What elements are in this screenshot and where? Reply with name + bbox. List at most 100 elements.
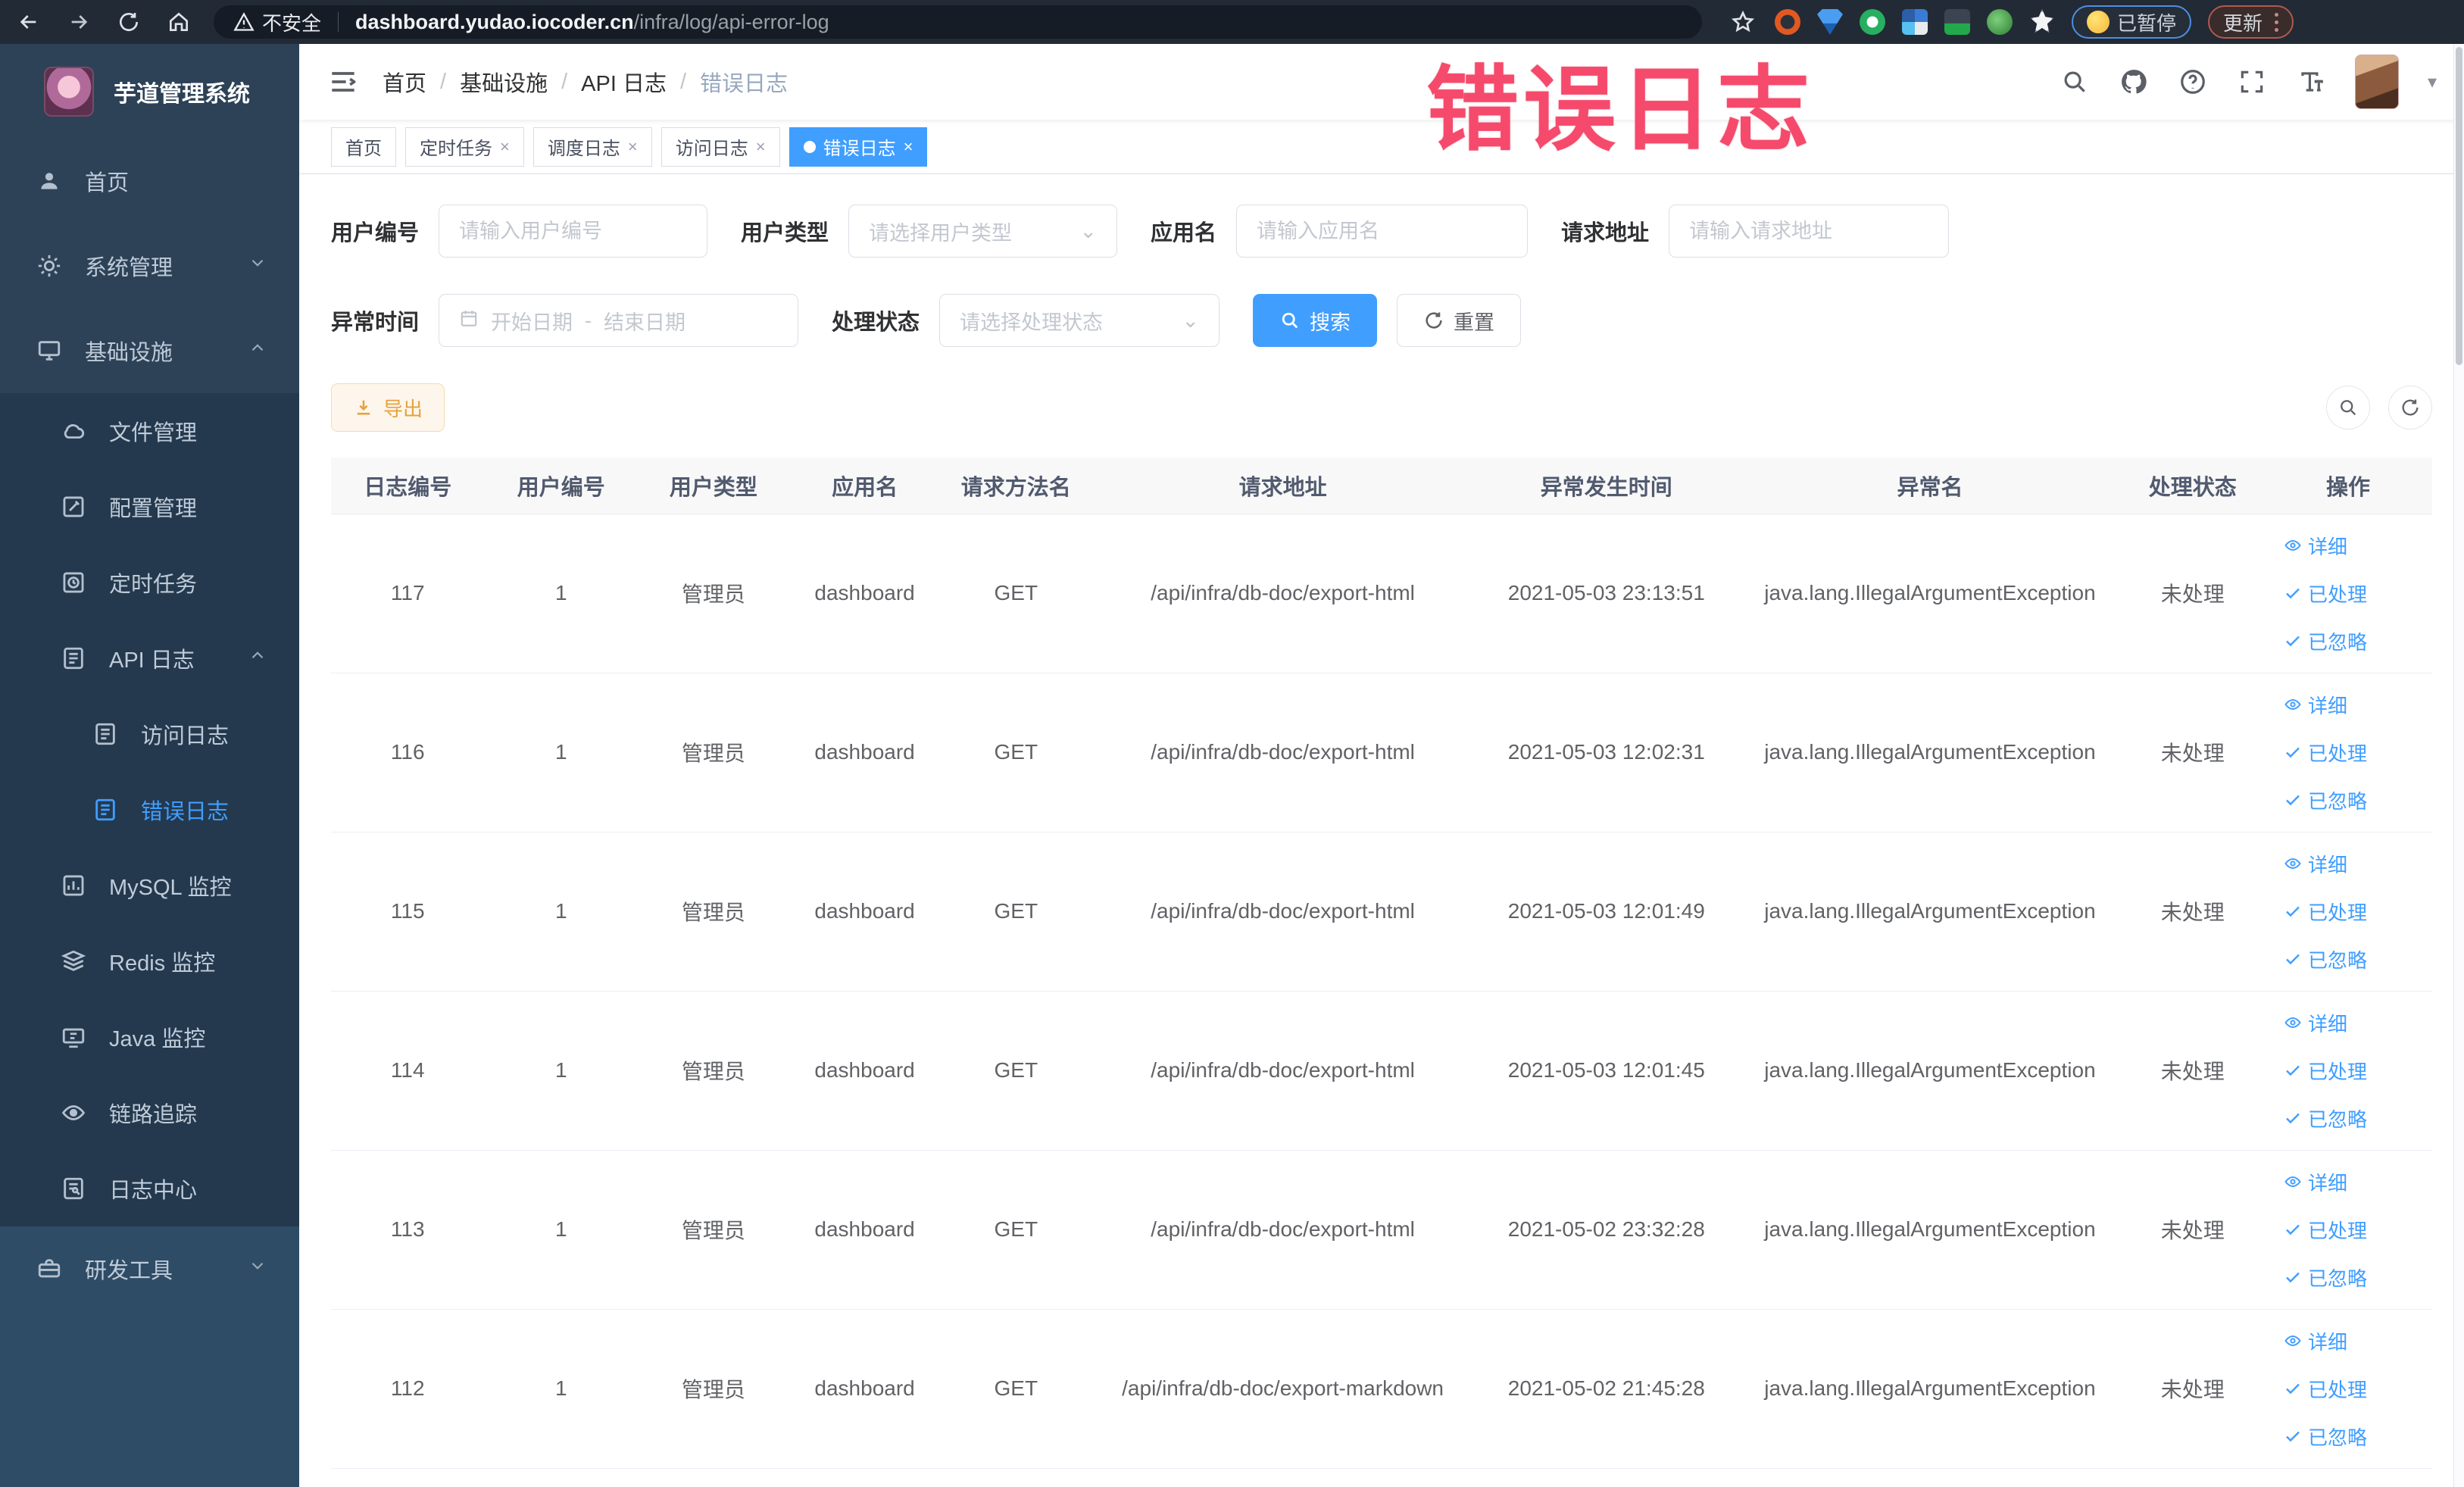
detail-link[interactable]: 详细 xyxy=(2284,691,2347,719)
check-icon xyxy=(2286,795,2300,806)
refresh-table-button[interactable] xyxy=(2388,386,2432,430)
detail-link[interactable]: 详细 xyxy=(2284,532,2347,560)
profile-paused-badge[interactable]: 已暂停 xyxy=(2072,5,2192,39)
sidebar-item-trace[interactable]: 链路追踪 xyxy=(0,1075,299,1151)
fullscreen-icon[interactable] xyxy=(2237,67,2267,97)
check-icon xyxy=(2286,636,2300,647)
close-icon[interactable]: × xyxy=(756,137,766,157)
close-icon[interactable]: × xyxy=(904,137,913,157)
reset-button[interactable]: 重置 xyxy=(1397,294,1522,347)
hamburger-icon[interactable] xyxy=(326,65,360,98)
sidebar-item-config-mgmt[interactable]: 配置管理 xyxy=(0,469,299,545)
sidebar-item-java-monitor[interactable]: Java 监控 xyxy=(0,999,299,1075)
tab-job-log[interactable]: 调度日志 × xyxy=(532,127,652,167)
mark-ignored-link[interactable]: 已忽略 xyxy=(2284,945,2367,973)
sidebar-item-log-center[interactable]: 日志中心 xyxy=(0,1151,299,1226)
browser-update-button[interactable]: 更新 xyxy=(2208,5,2294,39)
sidebar-item-home[interactable]: 首页 xyxy=(0,139,299,223)
security-warning[interactable]: 不安全 xyxy=(233,8,321,36)
mark-ignored-link[interactable]: 已忽略 xyxy=(2284,786,2367,814)
mark-processed-link[interactable]: 已处理 xyxy=(2284,739,2367,767)
user-avatar[interactable] xyxy=(2354,55,2399,109)
browser-menu-icon[interactable] xyxy=(2275,12,2279,32)
extension-icon[interactable] xyxy=(1987,9,2013,35)
mark-processed-link[interactable]: 已处理 xyxy=(2284,898,2367,926)
breadcrumb-home[interactable]: 首页 xyxy=(383,66,426,98)
sidebar-item-api-log[interactable]: API 日志 xyxy=(0,620,299,696)
process-status-select[interactable]: 请选择处理状态 ⌄ xyxy=(939,294,1220,347)
extension-icon[interactable] xyxy=(2030,9,2054,33)
sidebar-logo[interactable]: 芋道管理系统 xyxy=(0,44,299,139)
browser-reload-icon[interactable] xyxy=(114,7,144,37)
sidebar-item-scheduled-jobs[interactable]: 定时任务 xyxy=(0,545,299,620)
check-icon xyxy=(2286,1113,2300,1124)
breadcrumb-error-log: 错误日志 xyxy=(700,72,789,96)
download-icon xyxy=(357,400,370,415)
tab-access-log[interactable]: 访问日志 × xyxy=(661,127,780,167)
chevron-down-icon: ⌄ xyxy=(1079,219,1098,242)
user-type-select[interactable]: 请选择用户类型 ⌄ xyxy=(848,205,1118,258)
chevron-down-icon xyxy=(248,253,267,279)
breadcrumb-api-log[interactable]: API 日志 xyxy=(581,66,667,98)
bookmark-star-icon[interactable] xyxy=(1728,7,1758,37)
mark-processed-link[interactable]: 已处理 xyxy=(2284,1057,2367,1085)
browser-back-icon[interactable] xyxy=(14,7,44,37)
profile-emoji-icon xyxy=(2087,11,2110,33)
sidebar-item-infrastructure[interactable]: 基础设施 xyxy=(0,308,299,393)
extension-icon[interactable] xyxy=(1902,9,1928,35)
close-icon[interactable]: × xyxy=(628,137,638,157)
text-size-icon[interactable] xyxy=(2296,67,2326,97)
sidebar-item-system-mgmt[interactable]: 系统管理 xyxy=(0,223,299,308)
detail-link[interactable]: 详细 xyxy=(2284,1327,2347,1355)
search-icon xyxy=(1282,312,1298,329)
reset-button-label: 重置 xyxy=(1454,311,1495,334)
sidebar-item-error-log[interactable]: 错误日志 xyxy=(0,772,299,848)
scrollbar-thumb[interactable] xyxy=(2456,47,2462,365)
breadcrumb-infrastructure[interactable]: 基础设施 xyxy=(460,66,548,98)
mark-ignored-link[interactable]: 已忽略 xyxy=(2284,1264,2367,1292)
request-url-input[interactable] xyxy=(1689,219,1929,243)
mark-ignored-link[interactable]: 已忽略 xyxy=(2284,627,2367,655)
search-button[interactable]: 搜索 xyxy=(1253,294,1378,347)
mark-processed-link[interactable]: 已处理 xyxy=(2284,1216,2367,1244)
user-id-input[interactable] xyxy=(459,219,688,243)
tab-scheduled-jobs[interactable]: 定时任务 × xyxy=(405,127,524,167)
exception-time-range-picker[interactable]: 开始日期 - 结束日期 xyxy=(439,294,799,347)
cell-exception: java.lang.IllegalArgumentException xyxy=(1738,1309,2122,1469)
detail-link[interactable]: 详细 xyxy=(2284,1009,2347,1037)
col-app-name: 应用名 xyxy=(789,458,941,514)
mark-processed-link[interactable]: 已处理 xyxy=(2284,579,2367,608)
mark-ignored-link[interactable]: 已忽略 xyxy=(2284,1104,2367,1132)
detail-link[interactable]: 详细 xyxy=(2284,850,2347,878)
close-icon[interactable]: × xyxy=(500,137,510,157)
extension-icon[interactable] xyxy=(1944,9,1970,35)
avatar-caret-down-icon[interactable]: ▾ xyxy=(2428,71,2437,93)
sidebar-item-dev-tools[interactable]: 研发工具 xyxy=(0,1226,299,1311)
extension-icon[interactable] xyxy=(1860,9,1885,35)
browser-home-icon[interactable] xyxy=(164,7,194,37)
cell-url: /api/infra/db-doc/export-html xyxy=(1091,514,1475,673)
tab-home[interactable]: 首页 xyxy=(331,127,396,167)
mark-processed-link[interactable]: 已处理 xyxy=(2284,1375,2367,1403)
export-button[interactable]: 导出 xyxy=(331,383,445,432)
search-icon[interactable] xyxy=(2060,67,2090,97)
sidebar-item-mysql-monitor[interactable]: MySQL 监控 xyxy=(0,848,299,923)
cell-status: 未处理 xyxy=(2121,514,2265,673)
toggle-search-button[interactable] xyxy=(2326,386,2370,430)
github-icon[interactable] xyxy=(2119,67,2149,97)
browser-forward-icon[interactable] xyxy=(64,7,94,37)
sidebar-item-redis-monitor[interactable]: Redis 监控 xyxy=(0,923,299,999)
tab-error-log[interactable]: 错误日志 × xyxy=(789,127,928,167)
help-icon[interactable] xyxy=(2178,67,2208,97)
sidebar-item-file-mgmt[interactable]: 文件管理 xyxy=(0,393,299,469)
address-bar[interactable]: 不安全 dashboard.yudao.iocoder.cn/infra/log… xyxy=(214,5,1702,39)
gear-icon xyxy=(36,253,62,279)
extension-icon[interactable] xyxy=(1817,9,1843,35)
app-name-input[interactable] xyxy=(1257,219,1508,243)
extension-icon[interactable] xyxy=(1775,9,1800,35)
detail-link[interactable]: 详细 xyxy=(2284,1168,2347,1196)
page-scrollbar[interactable] xyxy=(2453,44,2464,1487)
mark-ignored-link[interactable]: 已忽略 xyxy=(2284,1423,2367,1451)
update-label: 更新 xyxy=(2223,11,2263,35)
sidebar-item-access-log[interactable]: 访问日志 xyxy=(0,696,299,772)
